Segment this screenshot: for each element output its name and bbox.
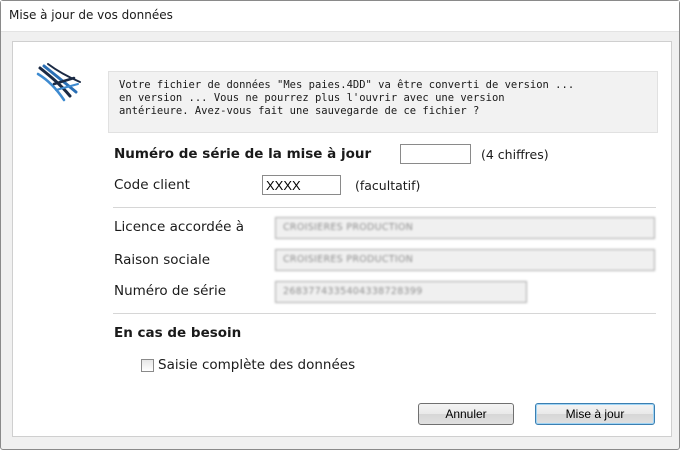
help-heading: En cas de besoin — [114, 325, 242, 341]
company-field: CROISIERES PRODUCTION — [275, 249, 655, 271]
full-entry-checkbox[interactable] — [141, 359, 154, 372]
license-label: Licence accordée à — [114, 219, 245, 235]
conversion-warning-text: Votre fichier de données "Mes paies.4DD"… — [119, 79, 575, 117]
cancel-button[interactable]: Annuler — [418, 403, 514, 425]
dialog-title: Mise à jour de vos données — [9, 8, 173, 22]
serial-update-input[interactable] — [400, 144, 471, 164]
title-bar: Mise à jour de vos données — [1, 1, 679, 32]
serial-field: 2683774335404338728399 — [275, 281, 527, 303]
client-code-hint: (facultatif) — [355, 178, 421, 193]
client-code-label: Code client — [114, 177, 190, 193]
serial-label: Numéro de série — [114, 283, 227, 299]
conversion-warning-box: Votre fichier de données "Mes paies.4DD"… — [108, 71, 658, 133]
client-code-input[interactable] — [262, 175, 341, 195]
serial-update-hint: (4 chiffres) — [481, 147, 549, 162]
update-button[interactable]: Mise à jour — [535, 403, 655, 425]
serial-update-label: Numéro de série de la mise à jour — [114, 146, 372, 162]
company-label: Raison sociale — [114, 252, 211, 268]
separator — [113, 313, 656, 314]
separator — [113, 207, 656, 208]
license-field: CROISIERES PRODUCTION — [275, 217, 655, 239]
app-logo-icon — [36, 63, 81, 102]
full-entry-checkbox-label[interactable]: Saisie complète des données — [158, 357, 355, 373]
